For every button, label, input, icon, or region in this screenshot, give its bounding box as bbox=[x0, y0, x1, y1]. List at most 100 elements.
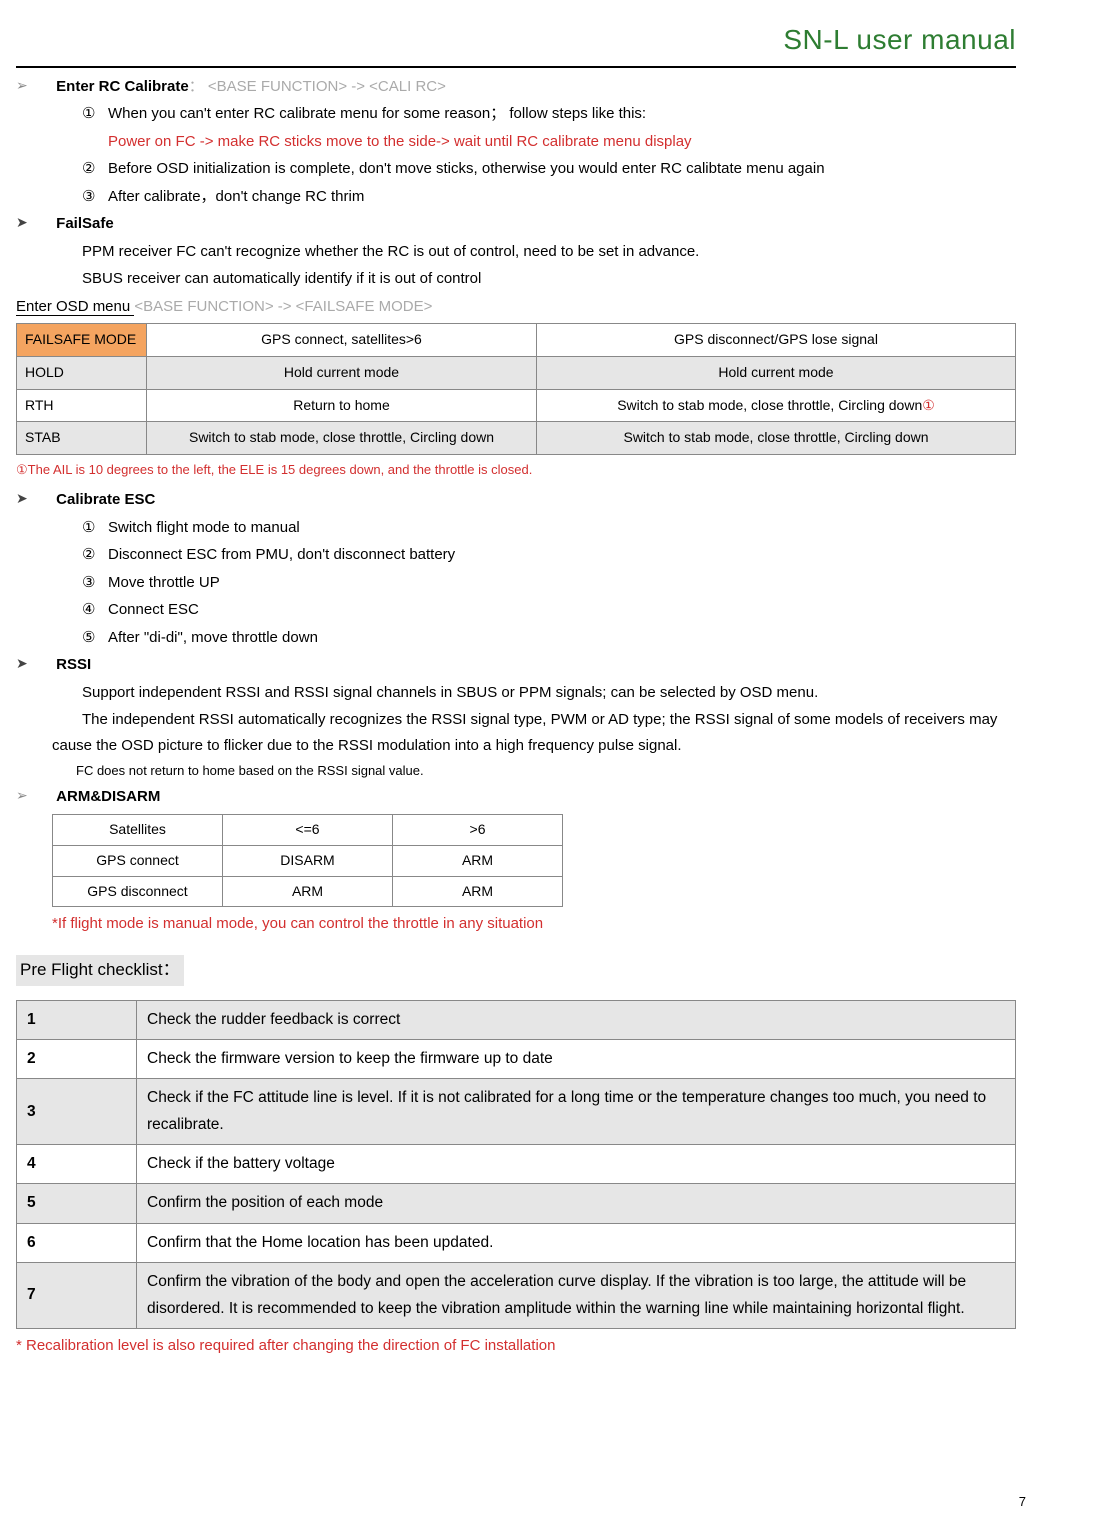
fs-hold-label: HOLD bbox=[17, 356, 147, 389]
rc-calibrate-heading: ➢ Enter RC Calibrate： <BASE FUNCTION> ->… bbox=[16, 74, 1016, 100]
page-header: SN-L user manual bbox=[16, 16, 1016, 68]
failsafe-enter-osd: Enter OSD menu <BASE FUNCTION> -> <FAILS… bbox=[16, 294, 1016, 320]
failsafe-title: FailSafe bbox=[56, 215, 114, 232]
num-3-icon: ③ bbox=[82, 570, 108, 596]
fs-rth-label: RTH bbox=[17, 389, 147, 422]
bullet-triangle-icon: ➢ bbox=[16, 784, 52, 808]
fs-col-gps-disconnect: GPS disconnect/GPS lose signal bbox=[537, 324, 1016, 357]
esc-step-4: Connect ESC bbox=[108, 601, 199, 618]
esc-heading: ➤ Calibrate ESC bbox=[16, 487, 1016, 513]
bullet-triangle-icon: ➤ bbox=[16, 211, 52, 235]
fs-rth-c1: Return to home bbox=[147, 389, 537, 422]
rssi-p3: FC does not return to home based on the … bbox=[76, 760, 1016, 782]
fs-col-gps-connect: GPS connect, satellites>6 bbox=[147, 324, 537, 357]
esc-step-5: After "di-di", move throttle down bbox=[108, 629, 318, 646]
rc-calibrate-title: Enter RC Calibrate bbox=[56, 78, 189, 95]
num-2-icon: ② bbox=[82, 542, 108, 568]
page-number: 7 bbox=[1019, 1491, 1026, 1513]
arm-r1c0: GPS connect bbox=[53, 845, 223, 876]
num-3-icon: ③ bbox=[82, 184, 108, 210]
failsafe-table: FAILSAFE MODE GPS connect, satellites>6 … bbox=[16, 323, 1016, 455]
enter-osd-label: Enter OSD menu bbox=[16, 298, 134, 316]
cl-t7: Confirm the vibration of the body and op… bbox=[137, 1263, 1016, 1329]
preflight-table: 1Check the rudder feedback is correct 2C… bbox=[16, 1000, 1016, 1329]
arm-h1: <=6 bbox=[223, 814, 393, 845]
arm-r1c1: DISARM bbox=[223, 845, 393, 876]
arm-heading: ➢ ARM&DISARM bbox=[16, 784, 1016, 810]
rc-step-1b: Power on FC -> make RC sticks move to th… bbox=[108, 129, 1016, 155]
esc-title: Calibrate ESC bbox=[56, 491, 155, 508]
bullet-triangle-icon: ➢ bbox=[16, 74, 52, 98]
arm-r2c2: ARM bbox=[393, 876, 563, 907]
failsafe-footnote: ①The AIL is 10 degrees to the left, the … bbox=[16, 459, 1016, 481]
arm-h2: >6 bbox=[393, 814, 563, 845]
failsafe-p1: PPM receiver FC can't recognize whether … bbox=[82, 239, 1016, 265]
failsafe-heading: ➤ FailSafe bbox=[16, 211, 1016, 237]
table-row: 5Confirm the position of each mode bbox=[17, 1184, 1016, 1223]
cl-t3: Check if the FC attitude line is level. … bbox=[137, 1079, 1016, 1145]
rc-step-3: After calibrate，don't change RC thrim bbox=[108, 188, 364, 205]
num-1-icon: ① bbox=[82, 515, 108, 541]
cl-n1: 1 bbox=[17, 1000, 137, 1039]
fs-stab-label: STAB bbox=[17, 422, 147, 455]
fs-rth-c2: Switch to stab mode, close throttle, Cir… bbox=[537, 389, 1016, 422]
fs-hold-c2: Hold current mode bbox=[537, 356, 1016, 389]
cl-n6: 6 bbox=[17, 1223, 137, 1262]
rssi-p2: The independent RSSI automatically recog… bbox=[52, 707, 1016, 758]
rc-step-1a: When you can't enter RC calibrate menu f… bbox=[108, 105, 646, 122]
rssi-title: RSSI bbox=[56, 656, 91, 673]
cl-n3: 3 bbox=[17, 1079, 137, 1145]
fs-stab-c1: Switch to stab mode, close throttle, Cir… bbox=[147, 422, 537, 455]
arm-h0: Satellites bbox=[53, 814, 223, 845]
cl-t2: Check the firmware version to keep the f… bbox=[137, 1040, 1016, 1079]
fs-stab-c2: Switch to stab mode, close throttle, Cir… bbox=[537, 422, 1016, 455]
failsafe-p2: SBUS receiver can automatically identify… bbox=[82, 266, 1016, 292]
rssi-p1: Support independent RSSI and RSSI signal… bbox=[82, 680, 1016, 706]
cl-n7: 7 bbox=[17, 1263, 137, 1329]
table-row: GPS disconnect ARM ARM bbox=[53, 876, 563, 907]
cl-t1: Check the rudder feedback is correct bbox=[137, 1000, 1016, 1039]
arm-r2c1: ARM bbox=[223, 876, 393, 907]
esc-step-3: Move throttle UP bbox=[108, 574, 220, 591]
table-row: 7Confirm the vibration of the body and o… bbox=[17, 1263, 1016, 1329]
table-row: 6Confirm that the Home location has been… bbox=[17, 1223, 1016, 1262]
arm-r1c2: ARM bbox=[393, 845, 563, 876]
cl-n5: 5 bbox=[17, 1184, 137, 1223]
enter-osd-path: <BASE FUNCTION> -> <FAILSAFE MODE> bbox=[134, 298, 432, 315]
fs-hold-c1: Hold current mode bbox=[147, 356, 537, 389]
table-row: 2Check the firmware version to keep the … bbox=[17, 1040, 1016, 1079]
table-row: STAB Switch to stab mode, close throttle… bbox=[17, 422, 1016, 455]
table-row: FAILSAFE MODE GPS connect, satellites>6 … bbox=[17, 324, 1016, 357]
table-row: GPS connect DISARM ARM bbox=[53, 845, 563, 876]
num-4-icon: ④ bbox=[82, 597, 108, 623]
cl-t4: Check if the battery voltage bbox=[137, 1145, 1016, 1184]
esc-list: ①Switch flight mode to manual ②Disconnec… bbox=[82, 515, 1016, 651]
cl-n2: 2 bbox=[17, 1040, 137, 1079]
table-row: 3Check if the FC attitude line is level.… bbox=[17, 1079, 1016, 1145]
table-row: Satellites <=6 >6 bbox=[53, 814, 563, 845]
num-1-icon: ① bbox=[82, 101, 108, 127]
cl-t5: Confirm the position of each mode bbox=[137, 1184, 1016, 1223]
table-row: HOLD Hold current mode Hold current mode bbox=[17, 356, 1016, 389]
num-2-icon: ② bbox=[82, 156, 108, 182]
preflight-heading: Pre Flight checklist： bbox=[16, 955, 184, 986]
num-5-icon: ⑤ bbox=[82, 625, 108, 651]
esc-step-2: Disconnect ESC from PMU, don't disconnec… bbox=[108, 546, 455, 563]
rc-calibrate-list: ①When you can't enter RC calibrate menu … bbox=[82, 101, 1016, 209]
arm-r2c0: GPS disconnect bbox=[53, 876, 223, 907]
cl-t6: Confirm that the Home location has been … bbox=[137, 1223, 1016, 1262]
arm-table: Satellites <=6 >6 GPS connect DISARM ARM… bbox=[52, 814, 563, 907]
rc-calibrate-path: ： <BASE FUNCTION> -> <CALI RC> bbox=[189, 78, 446, 95]
cl-n4: 4 bbox=[17, 1145, 137, 1184]
table-row: 1Check the rudder feedback is correct bbox=[17, 1000, 1016, 1039]
table-row: 4Check if the battery voltage bbox=[17, 1145, 1016, 1184]
bullet-triangle-icon: ➤ bbox=[16, 652, 52, 676]
rssi-heading: ➤ RSSI bbox=[16, 652, 1016, 678]
esc-step-1: Switch flight mode to manual bbox=[108, 519, 300, 536]
table-row: RTH Return to home Switch to stab mode, … bbox=[17, 389, 1016, 422]
arm-title: ARM&DISARM bbox=[56, 788, 160, 805]
rc-step-2: Before OSD initialization is complete, d… bbox=[108, 160, 825, 177]
bullet-triangle-icon: ➤ bbox=[16, 487, 52, 511]
arm-note: *If flight mode is manual mode, you can … bbox=[52, 911, 1016, 937]
fs-mode-header: FAILSAFE MODE bbox=[17, 324, 147, 357]
